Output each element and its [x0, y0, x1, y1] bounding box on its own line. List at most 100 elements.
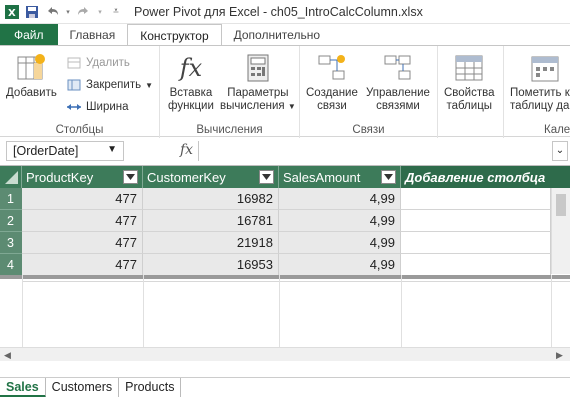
row-header[interactable]: 2 — [0, 210, 22, 232]
table-properties-button[interactable]: Свойства таблицы — [444, 52, 495, 113]
group-calculations: fx Вставка функции Параметры вычисления … — [160, 46, 300, 138]
scrollbar-thumb[interactable] — [556, 194, 566, 216]
add-column-label: Добавить — [6, 87, 57, 99]
add-column-header-label: Добавление столбца — [405, 169, 546, 185]
customize-qat-icon[interactable]: ⩡ — [108, 4, 124, 20]
create-relationship-line1: Создание — [306, 87, 358, 99]
add-column-cell[interactable] — [401, 232, 551, 254]
calendar-icon — [528, 52, 562, 84]
chevron-down-icon[interactable]: ▼ — [107, 144, 117, 155]
column-header-salesamount[interactable]: SalesAmount — [279, 166, 401, 188]
horizontal-scrollbar[interactable]: ◀ ▶ — [0, 347, 570, 361]
width-button[interactable]: Ширина — [66, 100, 129, 114]
calc-options-line2: вычисления ▼ — [220, 100, 296, 112]
status-strip — [0, 397, 570, 405]
group-calendars: Пометить к таблицу да Кален — [504, 46, 570, 138]
add-column-cell[interactable] — [401, 188, 551, 210]
column-header-label: CustomerKey — [147, 169, 226, 185]
fx-icon[interactable]: fx — [180, 142, 193, 158]
tab-design[interactable]: Конструктор — [127, 24, 222, 46]
name-box[interactable]: [OrderDate] ▼ — [6, 141, 124, 161]
width-icon — [66, 100, 82, 114]
freeze-label: Закрепить — [86, 79, 142, 91]
filter-dropdown-icon[interactable] — [259, 170, 274, 184]
table-cell[interactable]: 21918 — [143, 232, 279, 254]
delete-column-button[interactable]: Удалить — [66, 56, 130, 70]
group-calendars-label: Кален — [544, 124, 570, 136]
table-cell[interactable]: 16953 — [143, 254, 279, 276]
filter-dropdown-icon[interactable] — [381, 170, 396, 184]
scroll-left-icon[interactable]: ◀ — [4, 350, 11, 361]
table-cell[interactable]: 477 — [22, 254, 143, 276]
chevron-down-icon: ▼ — [287, 102, 296, 111]
vertical-scrollbar[interactable] — [551, 188, 570, 274]
column-header-customerkey[interactable]: CustomerKey — [143, 166, 279, 188]
insert-function-button[interactable]: fx Вставка функции — [168, 52, 214, 113]
chevron-down-icon[interactable]: ▾ — [96, 4, 104, 20]
redo-icon[interactable] — [76, 4, 92, 20]
table-properties-icon — [452, 52, 486, 84]
calculation-area[interactable]: ◀ ▶ — [0, 275, 570, 361]
calculation-options-button[interactable]: Параметры вычисления ▼ — [220, 52, 296, 113]
ribbon-tabs: Файл Главная Конструктор Дополнительно — [0, 24, 570, 46]
insert-function-line2: функции — [168, 100, 214, 112]
manage-relationships-label: Управление связями — [366, 87, 430, 113]
window-title: Power Pivot для Excel - ch05_IntroCalcCo… — [134, 4, 423, 19]
delete-label: Удалить — [86, 57, 130, 69]
add-column-cell[interactable] — [401, 254, 551, 276]
save-icon[interactable] — [24, 4, 40, 20]
chevron-down-icon[interactable]: ▾ — [64, 4, 72, 20]
group-relationships-label: Связи — [352, 124, 385, 136]
table-properties-line1: Свойства — [444, 87, 495, 99]
sheet-tab-products[interactable]: Products — [119, 378, 182, 398]
chevron-down-icon: ▼ — [145, 80, 153, 90]
sheet-tab-customers[interactable]: Customers — [46, 378, 120, 398]
table-cell[interactable]: 4,99 — [279, 254, 401, 276]
table-cell[interactable]: 4,99 — [279, 210, 401, 232]
column-header-label: SalesAmount — [283, 169, 361, 185]
tab-home[interactable]: Главная — [58, 24, 128, 46]
create-relationship-line2: связи — [317, 100, 347, 112]
select-all-corner[interactable] — [0, 166, 22, 188]
row-header[interactable]: 1 — [0, 188, 22, 210]
undo-icon[interactable] — [44, 4, 60, 20]
table-cell[interactable]: 4,99 — [279, 232, 401, 254]
create-relationship-icon — [315, 52, 349, 84]
scroll-right-icon[interactable]: ▶ — [556, 350, 563, 361]
formula-input[interactable] — [198, 141, 550, 161]
excel-icon: X — [4, 4, 20, 20]
tab-file[interactable]: Файл — [0, 24, 58, 46]
group-calculations-label: Вычисления — [196, 124, 263, 136]
calc-options-line1: Параметры — [227, 87, 289, 99]
app-window: { "window": { "title": "Power Pivot для … — [0, 0, 570, 405]
column-header-productkey[interactable]: ProductKey — [22, 166, 143, 188]
manage-relationships-line1: Управление — [366, 87, 430, 99]
table-properties-line2: таблицы — [446, 100, 493, 112]
pane-splitter[interactable] — [0, 275, 570, 279]
mark-date-table-button[interactable]: Пометить к таблицу да — [510, 52, 570, 113]
function-icon: fx — [179, 54, 203, 82]
add-column-cell[interactable] — [401, 210, 551, 232]
freeze-button[interactable]: Закрепить ▼ — [66, 78, 153, 92]
table-cell[interactable]: 477 — [22, 210, 143, 232]
table-properties-label: Свойства таблицы — [444, 87, 495, 113]
add-column-button[interactable]: Добавить — [6, 52, 57, 100]
group-columns-label: Столбцы — [55, 124, 104, 136]
column-header-add-column[interactable]: Добавление столбца — [401, 166, 570, 188]
mark-date-table-line1: Пометить к — [510, 87, 570, 99]
insert-function-label: Вставка функции — [168, 87, 214, 113]
row-header[interactable]: 4 — [0, 254, 22, 276]
sheet-tab-sales[interactable]: Sales — [0, 378, 46, 398]
expand-formula-icon[interactable]: ⌄ — [552, 141, 568, 161]
tab-advanced[interactable]: Дополнительно — [222, 24, 332, 46]
manage-relationships-button[interactable]: Управление связями — [366, 52, 430, 113]
table-cell[interactable]: 477 — [22, 232, 143, 254]
table-cell[interactable]: 477 — [22, 188, 143, 210]
table-cell[interactable]: 4,99 — [279, 188, 401, 210]
calc-column-divider — [401, 275, 402, 353]
table-cell[interactable]: 16982 — [143, 188, 279, 210]
filter-dropdown-icon[interactable] — [123, 170, 138, 184]
table-cell[interactable]: 16781 — [143, 210, 279, 232]
create-relationship-button[interactable]: Создание связи — [306, 52, 358, 113]
row-header[interactable]: 3 — [0, 232, 22, 254]
